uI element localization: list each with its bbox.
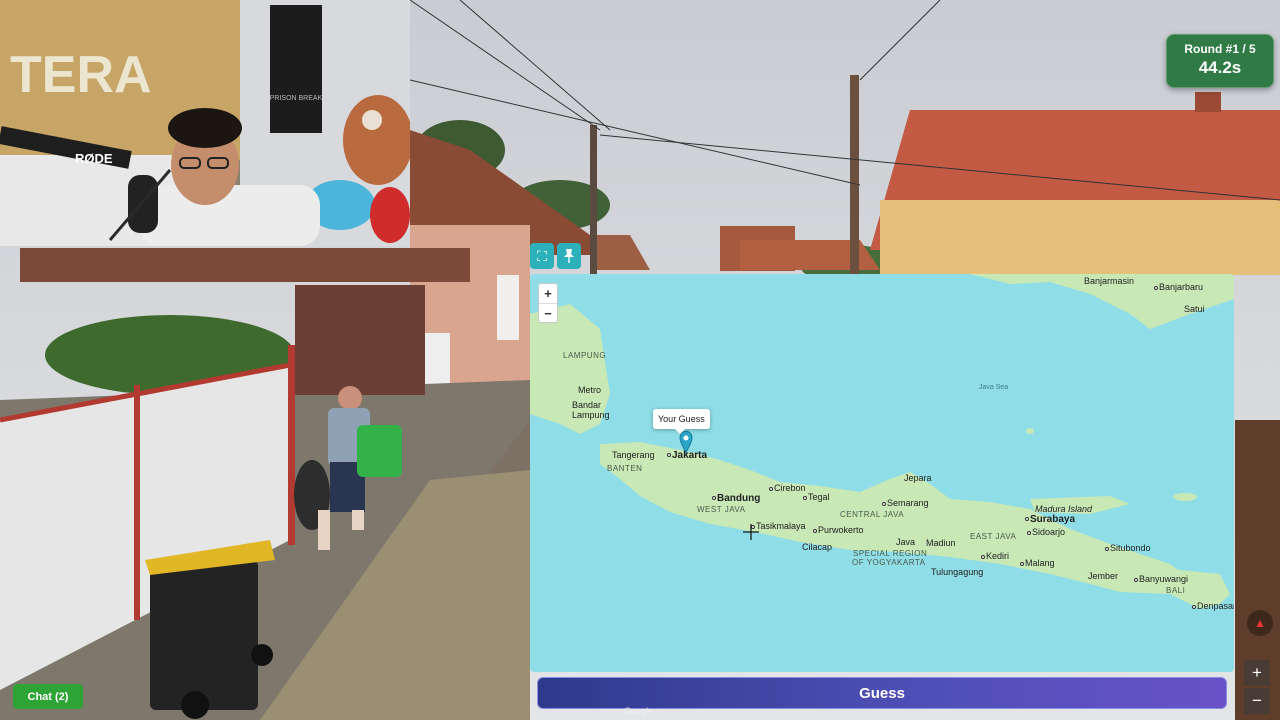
map-label-yogyakarta: OF YOGYAKARTA xyxy=(852,558,926,567)
map-label-madura-island: Madura Island xyxy=(1035,504,1093,514)
chat-button[interactable]: Chat (2) xyxy=(13,684,83,709)
map-label-special-region: SPECIAL REGION xyxy=(853,549,928,558)
map-zoom-in-button[interactable]: + xyxy=(539,284,557,303)
map-label-tangerang: Tangerang xyxy=(612,450,655,460)
map-label-sidoarjo: Sidoarjo xyxy=(1027,527,1065,537)
map-label-malang: Malang xyxy=(1020,558,1055,568)
round-timer: 44.2s xyxy=(1198,58,1242,77)
crosshair-cursor-icon xyxy=(743,524,759,540)
game-screen: PRISON BREAK TERA RØDE Round #1 / 5 44.2… xyxy=(0,0,1280,720)
map-pin-button[interactable] xyxy=(557,243,581,269)
map-label-banyuwangi: Banyuwangi xyxy=(1134,574,1188,584)
guess-tooltip: Your Guess xyxy=(653,409,710,434)
google-attribution: Google xyxy=(624,706,654,716)
map-label-madiun: Madiun xyxy=(926,538,956,548)
map-label-banten: BANTEN xyxy=(607,464,643,473)
street-view-zoom-out-button[interactable]: − xyxy=(1244,688,1270,714)
map-label-situbondo: Situbondo xyxy=(1105,543,1151,553)
map-label-kediri: Kediri xyxy=(981,551,1009,561)
map-label-surabaya: Surabaya xyxy=(1025,514,1075,525)
map-label-central-java: CENTRAL JAVA xyxy=(840,510,905,519)
round-label: Round #1 / 5 xyxy=(1184,42,1256,56)
compass-icon[interactable]: ▲ xyxy=(1247,610,1273,636)
map-label-bali: BALI xyxy=(1166,586,1186,595)
map-label-jakarta: Jakarta xyxy=(667,450,707,461)
map-label-bandung: Bandung xyxy=(712,493,760,504)
poster-text: PRISON BREAK xyxy=(270,95,323,102)
map-label-cirebon: Cirebon xyxy=(769,483,806,493)
map-label-bandar-lampung: Bandar Lampung xyxy=(572,400,610,420)
guess-button[interactable]: Guess xyxy=(537,677,1227,709)
map-zoom-out-button[interactable]: − xyxy=(539,303,557,322)
guess-map[interactable]: + − Your Guess Banjarmasin Banjarbaru Sa… xyxy=(530,274,1234,672)
map-label-jepara: Jepara xyxy=(904,473,932,483)
map-label-tegal: Tegal xyxy=(803,492,830,502)
expand-icon: ⛶ xyxy=(537,247,547,264)
map-label-metro: Metro xyxy=(578,385,602,395)
mic-brand-text: RØDE xyxy=(75,151,113,166)
map-label-jember: Jember xyxy=(1088,571,1119,581)
map-label-java-sea: Java Sea xyxy=(979,384,1009,391)
map-zoom-control: + − xyxy=(538,283,558,323)
map-label-tasikmalaya: Tasikmalaya xyxy=(751,521,806,531)
map-label-lampung: LAMPUNG xyxy=(563,351,607,360)
street-view-zoom-in-button[interactable]: + xyxy=(1244,660,1270,686)
map-label-java: Java xyxy=(896,537,916,547)
map-label-banjarbaru: Banjarbaru xyxy=(1154,282,1203,292)
map-label-tulungagung: Tulungagung xyxy=(931,567,984,577)
map-label-banjarmasin: Banjarmasin xyxy=(1084,276,1135,286)
map-expand-button[interactable]: ⛶ xyxy=(530,243,554,269)
pin-icon xyxy=(564,249,574,263)
map-label-denpasar: Denpasar xyxy=(1192,601,1234,611)
banner-letters: TERA xyxy=(10,46,152,104)
map-label-cilacap: Cilacap xyxy=(802,542,833,552)
map-label-semarang: Semarang xyxy=(882,498,929,508)
map-label-purwokerto: Purwokerto xyxy=(813,525,864,535)
webcam-overlay: PRISON BREAK TERA RØDE xyxy=(0,0,410,246)
round-indicator: Round #1 / 5 44.2s xyxy=(1166,34,1274,88)
map-label-satui: Satui xyxy=(1184,304,1205,314)
map-label-east-java: EAST JAVA xyxy=(970,532,1017,541)
map-label-west-java: WEST JAVA xyxy=(697,505,746,514)
